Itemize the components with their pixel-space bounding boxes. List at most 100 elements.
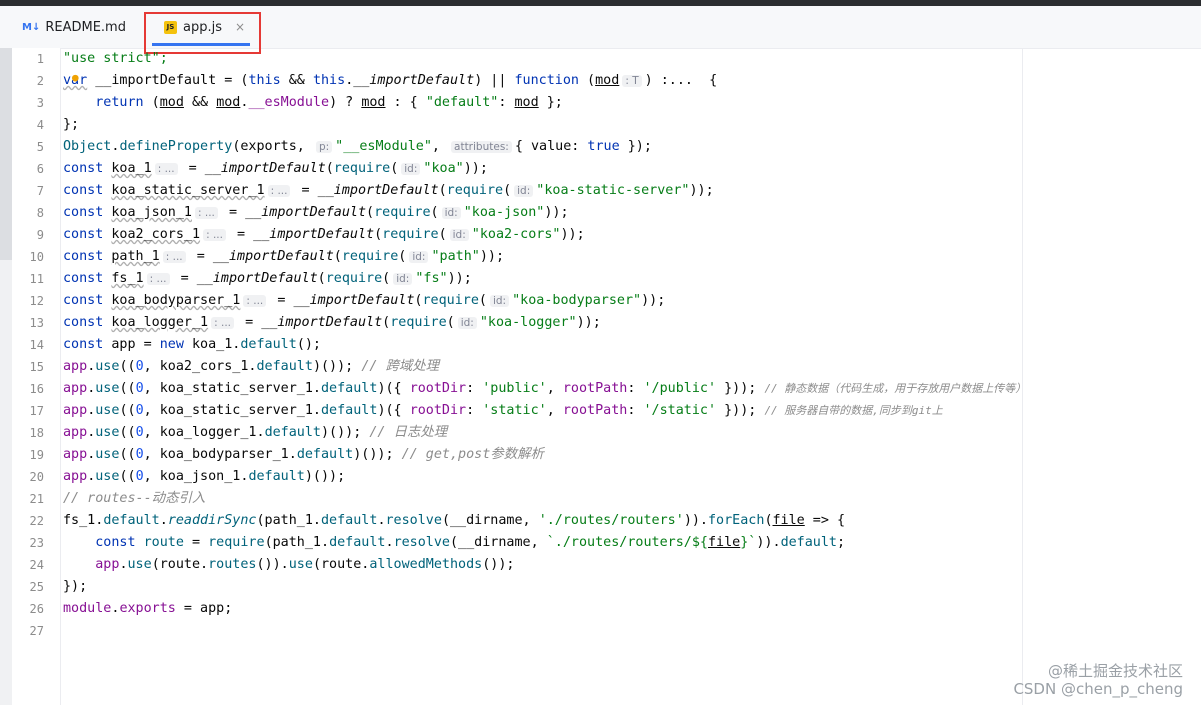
watermark-line: CSDN @chen_p_cheng	[1013, 680, 1183, 698]
code-string: }`	[740, 535, 757, 550]
code-text: =	[293, 183, 318, 198]
code-line: fs_1.default.readdirSync(path_1.default.…	[63, 510, 845, 532]
code-comment: // 日志处理	[369, 425, 448, 440]
code-string: "koa-static-server"	[536, 183, 690, 198]
code-text: ));	[447, 271, 472, 286]
line-number: 8	[36, 206, 44, 220]
code-text: (	[382, 315, 391, 330]
parameter-hint: id:	[457, 317, 477, 329]
code-text: )).	[756, 535, 781, 550]
function-name: __importDefault	[212, 249, 334, 264]
code-text: ) :... {	[644, 73, 718, 88]
code-text: , koa2_cors_1.	[143, 359, 257, 374]
identifier: app	[63, 447, 88, 462]
line-number: 26	[29, 602, 44, 616]
function-name: __importDefault	[245, 205, 367, 220]
code-string: "koa-bodyparser"	[512, 293, 642, 308]
code-text: &&	[280, 73, 313, 88]
keyword: return	[95, 95, 144, 110]
function-name: require	[325, 271, 383, 286]
parameter-hint: id:	[393, 273, 413, 285]
number: 0	[135, 381, 144, 396]
code-text: (	[143, 95, 160, 110]
code-text: ) ?	[329, 95, 362, 110]
code-text: (path_1.	[256, 513, 322, 528]
code-text: ()).	[256, 557, 289, 572]
line-number: 11	[29, 272, 44, 286]
code-line: "use strict";	[63, 48, 168, 70]
keyword: const	[63, 227, 104, 242]
code-line: app.use((0, koa2_cors_1.default)()); // …	[63, 356, 439, 378]
line-number: 7	[36, 184, 44, 198]
code-line: const koa_json_1: ... = __importDefault(…	[63, 205, 569, 220]
keyword: this	[248, 73, 281, 88]
code-line: app.use((0, koa_bodyparser_1.default)())…	[63, 444, 544, 466]
line-number: 9	[36, 228, 44, 242]
code-line: return (mod && mod.__esModule) ? mod : {…	[63, 92, 563, 114]
line-number: 25	[29, 580, 44, 594]
line-number: 17	[29, 404, 44, 418]
code-text: koa_1.	[183, 337, 241, 352]
code-text: ));	[544, 205, 569, 220]
identifier: __importDefault	[87, 73, 217, 88]
code-text: =	[172, 271, 197, 286]
lightbulb-icon[interactable]: ●	[72, 67, 79, 89]
function-name: use	[95, 403, 120, 418]
code-text: ,	[431, 139, 449, 154]
code-comment: // get,post参数解析	[401, 447, 544, 462]
code-line: // routes--动态引入	[63, 488, 205, 510]
code-text: = app;	[175, 601, 233, 616]
function-name: __importDefault	[204, 161, 326, 176]
code-text: ((	[119, 425, 136, 440]
line-number: 2	[36, 74, 44, 88]
function-name: __importDefault	[253, 227, 375, 242]
code-text: ((	[119, 447, 136, 462]
parameter: mod	[216, 95, 241, 110]
property: rootPath	[562, 403, 628, 418]
code-text: ((	[119, 403, 136, 418]
code-text: (__dirname,	[450, 535, 547, 550]
code-text: =	[188, 249, 213, 264]
code-text: )());	[312, 359, 362, 374]
code-text: ));	[641, 293, 666, 308]
code-text: )());	[321, 425, 370, 440]
code-text: :	[627, 381, 644, 396]
identifier: app	[63, 469, 88, 484]
code-text: });	[63, 579, 88, 594]
function-name: use	[127, 557, 152, 572]
code-text: ((	[119, 469, 136, 484]
code-string: "fs"	[415, 271, 448, 286]
code-string: "__esModule"	[335, 139, 432, 154]
code-line: app.use(route.routes()).use(route.allowe…	[63, 554, 514, 576]
function-name: default	[264, 425, 321, 440]
code-line: const app = new koa_1.default();	[63, 334, 321, 356]
identifier: app	[63, 403, 88, 418]
function-name: __importDefault	[261, 315, 383, 330]
line-number: 13	[29, 316, 44, 330]
code-string: 'static'	[482, 403, 547, 418]
code-string: '/static'	[643, 403, 717, 418]
parameter-hint: id:	[489, 295, 510, 307]
code-text: ,	[546, 403, 563, 418]
property: exports	[119, 601, 176, 616]
identifier: module	[63, 601, 112, 616]
tab-readme[interactable]: M↓ README.md	[22, 6, 126, 48]
parameter-hint: id:	[401, 163, 421, 175]
code-text: )({	[377, 403, 410, 418]
parameter: file	[772, 513, 805, 528]
function-name: default	[329, 535, 386, 550]
function-name: default	[256, 359, 313, 374]
code-string: "koa-logger"	[479, 315, 577, 330]
code-line: const koa_1: ... = __importDefault(requi…	[63, 161, 488, 176]
code-text: :	[627, 403, 644, 418]
function-name: use	[95, 447, 120, 462]
code-text: ) ||	[474, 73, 515, 88]
identifier: Object	[63, 139, 112, 154]
parameter-hint: id:	[409, 251, 429, 263]
function-name: require	[341, 249, 399, 264]
parameter-hint: id:	[449, 229, 469, 241]
identifier: koa_logger_1	[111, 315, 209, 330]
keyword: const	[63, 293, 104, 308]
